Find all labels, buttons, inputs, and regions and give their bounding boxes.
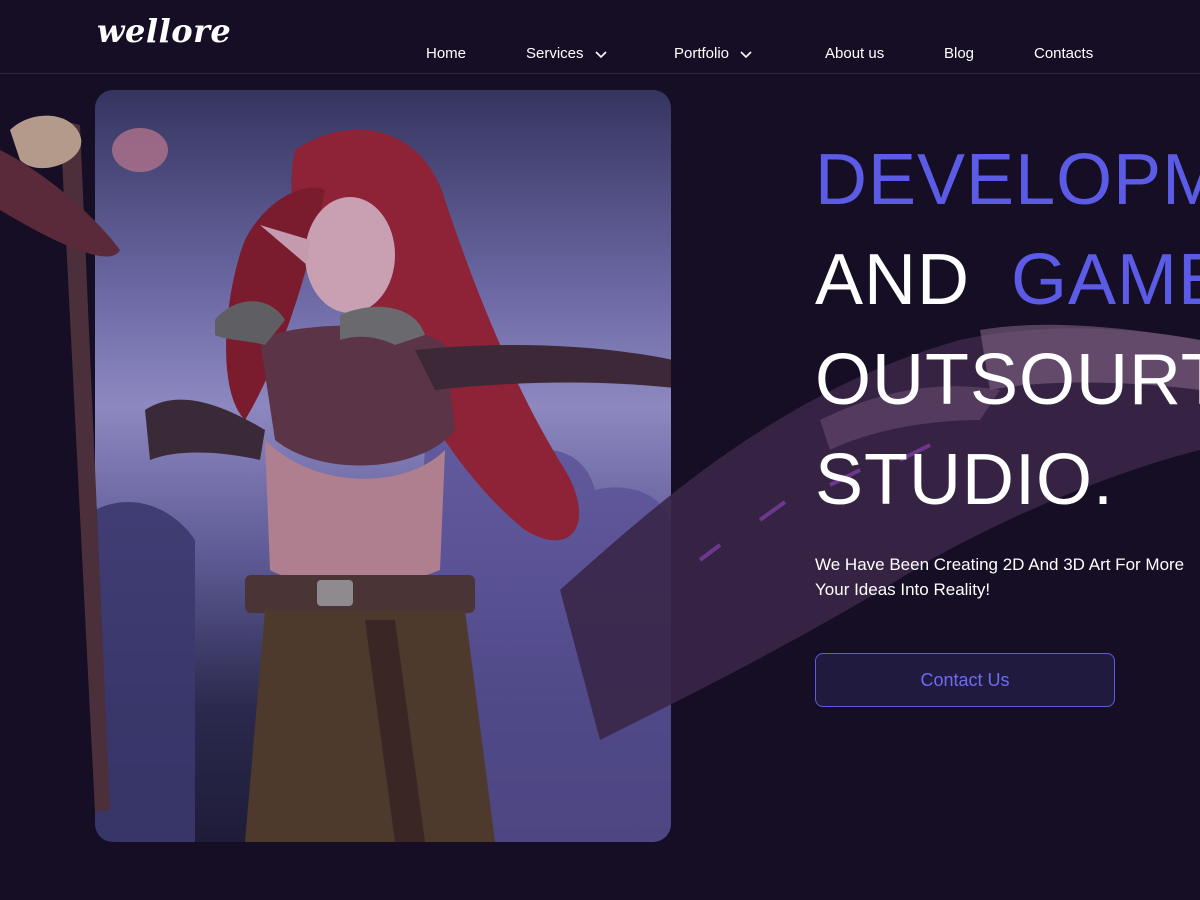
contact-us-button[interactable]: Contact Us (815, 653, 1115, 707)
nav-services-label: Services (526, 45, 584, 62)
hero-subtext-line-1: We Have Been Creating 2D And 3D Art For … (815, 555, 1185, 574)
nav-contacts-label: Contacts (1034, 45, 1094, 62)
hero-headline: DEVELOPM AND GAME OUTSOURT STUDIO. (815, 130, 1200, 530)
headline-line-2b: GAME (1011, 240, 1200, 320)
site-header: wellore Home Services Portfolio About us… (0, 0, 1200, 74)
nav-contacts[interactable]: Contacts (1034, 45, 1093, 62)
nav-about-label: About us (825, 45, 885, 62)
headline-line-2a: AND (815, 240, 992, 320)
nav-home[interactable]: Home (426, 45, 466, 62)
nav-portfolio[interactable]: Portfolio (674, 45, 753, 62)
nav-home-label: Home (426, 45, 467, 62)
nav-blog-label: Blog (944, 45, 975, 62)
headline-line-2: AND GAME (815, 230, 1200, 330)
hero-illustration (95, 90, 671, 842)
headline-line-3: OUTSOURT (815, 340, 1200, 420)
logo[interactable]: wellore (97, 12, 231, 50)
nav-portfolio-label: Portfolio (674, 45, 730, 62)
nav-about-us[interactable]: About us (825, 45, 884, 62)
chevron-down-icon (739, 49, 753, 59)
fantasy-elf-warrior-illustration (95, 129, 671, 842)
nav-blog[interactable]: Blog (944, 45, 974, 62)
hero-subtext: We Have Been Creating 2D And 3D Art For … (815, 552, 1200, 602)
chevron-down-icon (594, 49, 608, 59)
headline-line-1: DEVELOPM (815, 140, 1200, 220)
hero-subtext-line-2: Your Ideas Into Reality! (815, 580, 991, 599)
headline-line-4: STUDIO. (815, 440, 1115, 520)
nav-services[interactable]: Services (526, 45, 608, 62)
